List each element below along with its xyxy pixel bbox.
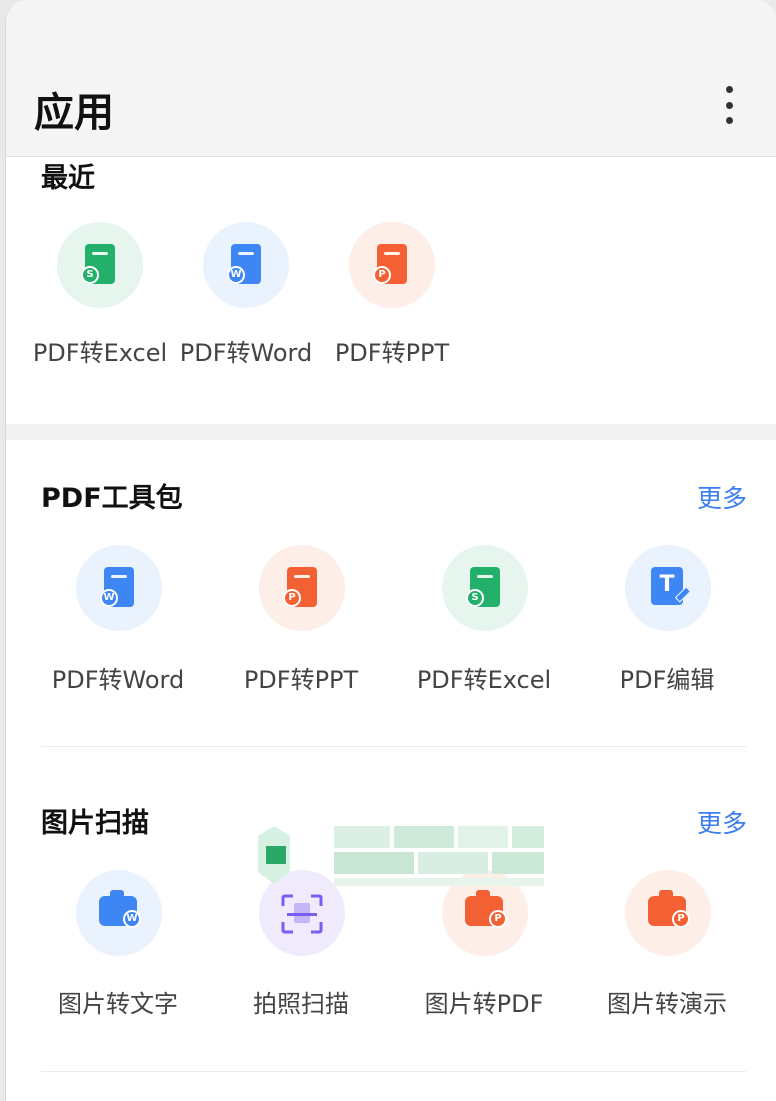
tool-label: 图片转PDF bbox=[424, 990, 544, 1018]
image-to-slides-icon: P bbox=[625, 870, 711, 956]
page-title: 应用 bbox=[34, 90, 114, 136]
tool-label: 图片转演示 bbox=[607, 990, 727, 1018]
pdf-tools-more-link[interactable]: 更多 bbox=[697, 479, 747, 515]
dot-icon bbox=[725, 117, 733, 124]
tool-label: PDF编辑 bbox=[619, 666, 715, 694]
tool-label: PDF转PPT bbox=[243, 666, 359, 694]
pdf-to-word-icon: W bbox=[76, 545, 162, 631]
tool-label: PDF转Word bbox=[51, 666, 185, 694]
blurred-watermark bbox=[258, 826, 544, 886]
pdf-to-ppt-icon: P bbox=[259, 545, 345, 631]
tool-label: PDF转Excel bbox=[416, 666, 552, 694]
divider-line bbox=[41, 1071, 746, 1072]
recent-item-label: PDF转PPT bbox=[334, 339, 450, 367]
image-to-text-icon: W bbox=[76, 870, 162, 956]
pdf-to-excel-icon: S bbox=[442, 545, 528, 631]
dot-icon bbox=[725, 86, 733, 93]
recent-item-label: PDF转Excel bbox=[32, 339, 168, 367]
app-header: 应用 bbox=[6, 0, 776, 157]
divider-line bbox=[41, 746, 746, 747]
pdf-to-word-icon: W bbox=[203, 222, 289, 308]
pdf-tools-section-title: PDF工具包 bbox=[41, 483, 183, 514]
tool-label: 图片转文字 bbox=[58, 990, 178, 1018]
recent-section-title: 最近 bbox=[41, 163, 95, 194]
pdf-edit-icon: T bbox=[625, 545, 711, 631]
recent-item-label: PDF转Word bbox=[179, 339, 313, 367]
app-panel: 应用 最近 S PDF转Excel W PDF转Word P PDF转PPT P… bbox=[5, 0, 776, 1101]
pdf-to-ppt-icon: P bbox=[349, 222, 435, 308]
image-scan-section-title: 图片扫描 bbox=[41, 808, 149, 839]
section-divider bbox=[6, 424, 776, 440]
tool-label: 拍照扫描 bbox=[253, 990, 349, 1018]
scan-frame-icon bbox=[281, 894, 323, 934]
image-scan-more-link[interactable]: 更多 bbox=[697, 804, 747, 840]
dot-icon bbox=[725, 101, 733, 109]
pdf-to-excel-icon: S bbox=[57, 222, 143, 308]
more-options-button[interactable] bbox=[719, 86, 739, 124]
